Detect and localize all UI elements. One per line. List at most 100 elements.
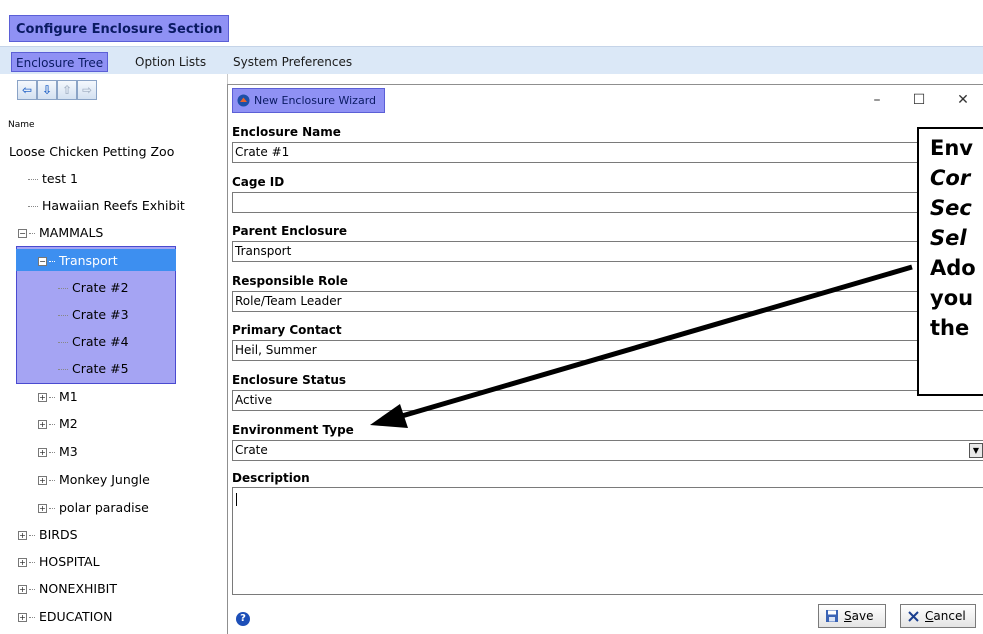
tree-node-label: Crate #2: [72, 280, 129, 295]
tree-node-label: HOSPITAL: [39, 554, 100, 569]
text-caret: [236, 493, 237, 506]
enclosure-name-input[interactable]: Crate #1: [232, 142, 983, 163]
tree-node-label: BIRDS: [39, 527, 78, 542]
dialog-title: New Enclosure Wizard: [232, 88, 386, 113]
callout-line: you: [930, 286, 974, 310]
cancel-x-icon: [908, 610, 919, 622]
expand-icon[interactable]: +: [38, 504, 47, 513]
tree-node[interactable]: test 1: [28, 169, 78, 189]
arrow-up-icon[interactable]: ⇧: [57, 80, 77, 100]
arrow-right-icon[interactable]: ⇨: [77, 80, 97, 100]
parent-enclosure-input[interactable]: Transport: [232, 241, 983, 262]
tree-node-label: NONEXHIBIT: [39, 581, 117, 596]
page-title: Configure Enclosure Section: [9, 15, 230, 42]
callout-line: Ado: [930, 256, 976, 280]
callout-line: Sel: [930, 226, 967, 250]
tree-node[interactable]: + Monkey Jungle: [38, 470, 150, 490]
description-label: Description: [232, 471, 310, 485]
tree-node[interactable]: + M3: [38, 442, 78, 462]
wizard-icon: [237, 94, 250, 107]
minimize-icon[interactable]: –: [862, 89, 892, 111]
tree-node-label: Crate #4: [72, 334, 129, 349]
floppy-disk-icon: [826, 610, 838, 622]
expand-icon[interactable]: +: [18, 613, 27, 622]
arrow-left-icon[interactable]: ⇦: [17, 80, 37, 100]
dialog-titlebar: New Enclosure Wizard – ☐ ✕: [228, 85, 983, 115]
environment-type-value: Crate: [235, 443, 268, 457]
tree-node-label: M3: [59, 444, 78, 459]
tree-toolbar: ⇦ ⇩ ⇧ ⇨: [17, 80, 97, 102]
tree-node[interactable]: Hawaiian Reefs Exhibit: [28, 196, 185, 216]
callout-line: the: [930, 316, 970, 340]
expand-icon[interactable]: +: [38, 420, 47, 429]
callout-line: Sec: [930, 196, 972, 220]
new-enclosure-wizard-dialog: New Enclosure Wizard – ☐ ✕ Enclosure Nam…: [227, 84, 983, 634]
callout-line: Cor: [930, 166, 971, 190]
tree-node[interactable]: + EDUCATION: [18, 607, 113, 627]
app-header: Configure Enclosure Section: [0, 0, 983, 44]
dialog-title-text: New Enclosure Wizard: [254, 94, 377, 107]
help-icon[interactable]: ?: [236, 612, 250, 626]
tree-node[interactable]: + HOSPITAL: [18, 552, 100, 572]
tree-node-label: test 1: [42, 171, 78, 186]
expand-icon[interactable]: +: [38, 448, 47, 457]
tree-node[interactable]: + BIRDS: [18, 525, 78, 545]
tab-enclosure-tree[interactable]: Enclosure Tree: [11, 52, 109, 72]
tree-node[interactable]: Loose Chicken Petting Zoo: [9, 142, 174, 162]
expand-icon[interactable]: +: [18, 585, 27, 594]
responsible-role-input[interactable]: Role/Team Leader: [232, 291, 983, 312]
tab-bar: Enclosure Tree Option Lists System Prefe…: [0, 46, 983, 74]
primary-contact-input[interactable]: Heil, Summer: [232, 340, 983, 361]
tree-node-label: MAMMALS: [39, 225, 104, 240]
responsible-role-label: Responsible Role: [232, 274, 348, 288]
tree-node-label: EDUCATION: [39, 609, 113, 624]
tree-node[interactable]: − MAMMALS: [18, 223, 103, 243]
tree-node[interactable]: + polar paradise: [38, 498, 149, 518]
expand-icon[interactable]: +: [18, 531, 27, 540]
enclosure-status-input[interactable]: Active: [232, 390, 983, 411]
cancel-button[interactable]: Cancel: [900, 604, 976, 628]
maximize-icon[interactable]: ☐: [904, 89, 934, 111]
tab-system-preferences[interactable]: System Preferences: [229, 52, 356, 72]
environment-type-label: Environment Type: [232, 423, 354, 437]
chevron-down-icon[interactable]: ▼: [969, 443, 983, 458]
enclosure-name-label: Enclosure Name: [232, 125, 341, 139]
cage-id-input[interactable]: [232, 192, 983, 213]
tree-node-label: polar paradise: [59, 500, 149, 515]
tree-node-label: Transport: [59, 253, 118, 268]
callout-line: Env: [930, 136, 973, 160]
save-button[interactable]: Save: [818, 604, 886, 628]
collapse-icon[interactable]: −: [18, 229, 27, 238]
tree-node-selected[interactable]: − Transport: [38, 251, 118, 271]
tree-node[interactable]: Crate #5: [58, 359, 129, 379]
tree-node-label: Loose Chicken Petting Zoo: [9, 144, 175, 159]
tree-column-header: Name: [8, 120, 35, 130]
tree-node[interactable]: Crate #4: [58, 332, 129, 352]
tree-node-label: M2: [59, 416, 78, 431]
tree-node[interactable]: Crate #2: [58, 278, 129, 298]
close-icon[interactable]: ✕: [948, 89, 978, 111]
tree-node[interactable]: + M1: [38, 387, 78, 407]
description-textarea[interactable]: [232, 487, 983, 595]
expand-icon[interactable]: +: [18, 558, 27, 567]
tree-node-label: M1: [59, 389, 78, 404]
tree-node-label: Crate #3: [72, 307, 129, 322]
arrow-down-icon[interactable]: ⇩: [37, 80, 57, 100]
tree-node-label: Crate #5: [72, 361, 129, 376]
enclosure-status-label: Enclosure Status: [232, 373, 347, 387]
enclosure-tree-pane: ⇦ ⇩ ⇧ ⇨ Name Loose Chicken Petting Zoo t…: [0, 74, 228, 634]
cancel-label: Cancel: [925, 609, 966, 623]
tree-node[interactable]: + M2: [38, 414, 78, 434]
tree-node[interactable]: Crate #3: [58, 305, 129, 325]
save-label: Save: [844, 609, 874, 623]
tree-node-label: Hawaiian Reefs Exhibit: [42, 198, 185, 213]
tree-node-label: Monkey Jungle: [59, 472, 150, 487]
expand-icon[interactable]: +: [38, 476, 47, 485]
callout-annotation: Env Cor Sec Sel Ado you the: [917, 127, 983, 396]
primary-contact-label: Primary Contact: [232, 323, 342, 337]
collapse-icon[interactable]: −: [38, 257, 47, 266]
expand-icon[interactable]: +: [38, 393, 47, 402]
tree-node[interactable]: + NONEXHIBIT: [18, 579, 117, 599]
environment-type-select[interactable]: Crate ▼: [232, 440, 983, 461]
tab-option-lists[interactable]: Option Lists: [131, 52, 210, 72]
